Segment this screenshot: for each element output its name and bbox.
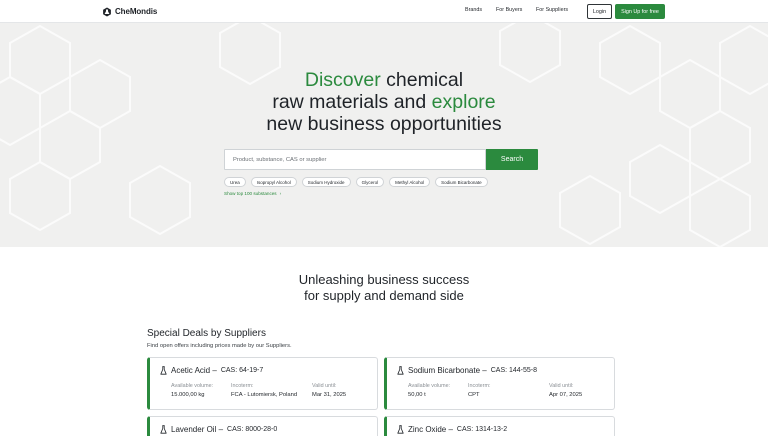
deal-volume: Available volume: 15.000,00 kg [171, 383, 213, 398]
deal-incoterm: Incoterm: CPT [468, 383, 490, 398]
chip-urea[interactable]: Urea [224, 177, 246, 187]
valid-until-label: Valid until: [312, 383, 337, 389]
section-title-line1: Unleashing business success [298, 272, 470, 287]
logo-text: CheMondis [115, 7, 158, 16]
deal-card-title: Acetic Acid – CAS: 64-19-7 [160, 366, 263, 375]
deal-valid-until: Valid until: Apr 07, 2025 [549, 383, 582, 398]
deal-card[interactable]: Sodium Bicarbonate – CAS: 144-55-8 Avail… [384, 357, 615, 410]
flask-icon [160, 425, 167, 434]
deal-incoterm: Incoterm: FCA - Lutomiersk, Poland [231, 383, 297, 398]
deal-product-name: Zinc Oxide – [408, 425, 453, 434]
special-deals-subheading: Find open offers including prices made b… [147, 343, 292, 349]
search-button[interactable]: Search [486, 149, 538, 170]
incoterm-label: Incoterm: [468, 383, 491, 389]
hero-title-explore: explore [431, 91, 496, 113]
show-top-label: Show top 100 substances [224, 191, 277, 196]
valid-until-value: Apr 07, 2025 [549, 392, 583, 398]
volume-label: Available volume: [408, 383, 451, 389]
section-title-line2: for supply and demand side [304, 288, 464, 303]
deal-card-title: Sodium Bicarbonate – CAS: 144-55-8 [397, 366, 537, 375]
flask-icon [397, 425, 404, 434]
deal-card[interactable]: Lavender Oil – CAS: 8000-28-0 [147, 416, 378, 436]
hero-title-discover: Discover [304, 69, 381, 91]
chip-sodium-hydroxide[interactable]: Sodium Hydroxide [301, 177, 351, 187]
nav-brands[interactable]: Brands [465, 7, 482, 13]
deal-card-title: Zinc Oxide – CAS: 1314-13-2 [397, 425, 507, 434]
hexagon-background-pattern [0, 23, 768, 247]
deal-product-name: Acetic Acid – [171, 366, 217, 375]
incoterm-label: Incoterm: [231, 383, 254, 389]
deal-cas-number: CAS: 8000-28-0 [227, 426, 278, 433]
special-deals-heading: Special Deals by Suppliers [147, 328, 266, 339]
volume-label: Available volume: [171, 383, 214, 389]
flask-icon [397, 366, 404, 375]
chip-sodium-bicarbonate[interactable]: Sodium Bicarbonate [435, 177, 488, 187]
flask-icon [160, 366, 167, 375]
deal-product-name: Sodium Bicarbonate – [408, 366, 487, 375]
nav-for-suppliers[interactable]: For Suppliers [536, 7, 568, 13]
popular-substances: Urea Isopropyl Alcohol Sodium Hydroxide … [224, 177, 488, 187]
hero-headline: Discover chemical raw materials and expl… [184, 69, 584, 135]
chevron-right-icon: › [279, 191, 282, 196]
deal-cas-number: CAS: 144-55-8 [490, 367, 538, 374]
deal-card[interactable]: Acetic Acid – CAS: 64-19-7 Available vol… [147, 357, 378, 410]
login-button[interactable]: Login [587, 4, 612, 19]
section-headline: Unleashing business success for supply a… [184, 272, 584, 304]
volume-value: 50,00 t [408, 392, 426, 398]
deal-valid-until: Valid until: Mar 31, 2025 [312, 383, 346, 398]
signup-button[interactable]: Sign Up for free [615, 4, 665, 19]
search-input[interactable] [224, 149, 486, 170]
deal-card-title: Lavender Oil – CAS: 8000-28-0 [160, 425, 277, 434]
show-top-substances-link[interactable]: Show top 100 substances › [224, 191, 281, 196]
chip-isopropyl-alcohol[interactable]: Isopropyl Alcohol [250, 177, 297, 187]
incoterm-value: CPT [468, 392, 480, 398]
search-bar: Search [224, 149, 538, 170]
valid-until-value: Mar 31, 2025 [312, 392, 347, 398]
valid-until-label: Valid until: [549, 383, 574, 389]
hero-section: Discover chemical raw materials and expl… [0, 23, 768, 247]
hero-title-raw-materials: raw materials and [272, 91, 432, 113]
nav-for-buyers[interactable]: For Buyers [496, 7, 522, 13]
hero-title-chemical: chemical [380, 69, 464, 91]
chip-methyl-alcohol[interactable]: Methyl Alcohol [389, 177, 431, 187]
volume-value: 15.000,00 kg [171, 392, 205, 398]
deal-product-name: Lavender Oil – [171, 425, 224, 434]
chip-glycerol[interactable]: Glycerol [355, 177, 385, 187]
deal-cas-number: CAS: 64-19-7 [220, 367, 264, 374]
incoterm-value: FCA - Lutomiersk, Poland [231, 392, 298, 398]
top-navbar: CheMondis Brands For Buyers For Supplier… [0, 0, 768, 23]
hero-title-opportunities: new business opportunities [266, 113, 502, 135]
deal-volume: Available volume: 50,00 t [408, 383, 450, 398]
deal-cas-number: CAS: 1314-13-2 [456, 426, 508, 433]
deal-card[interactable]: Zinc Oxide – CAS: 1314-13-2 [384, 416, 615, 436]
logo[interactable]: CheMondis [102, 5, 157, 18]
logo-flask-icon [103, 7, 111, 16]
